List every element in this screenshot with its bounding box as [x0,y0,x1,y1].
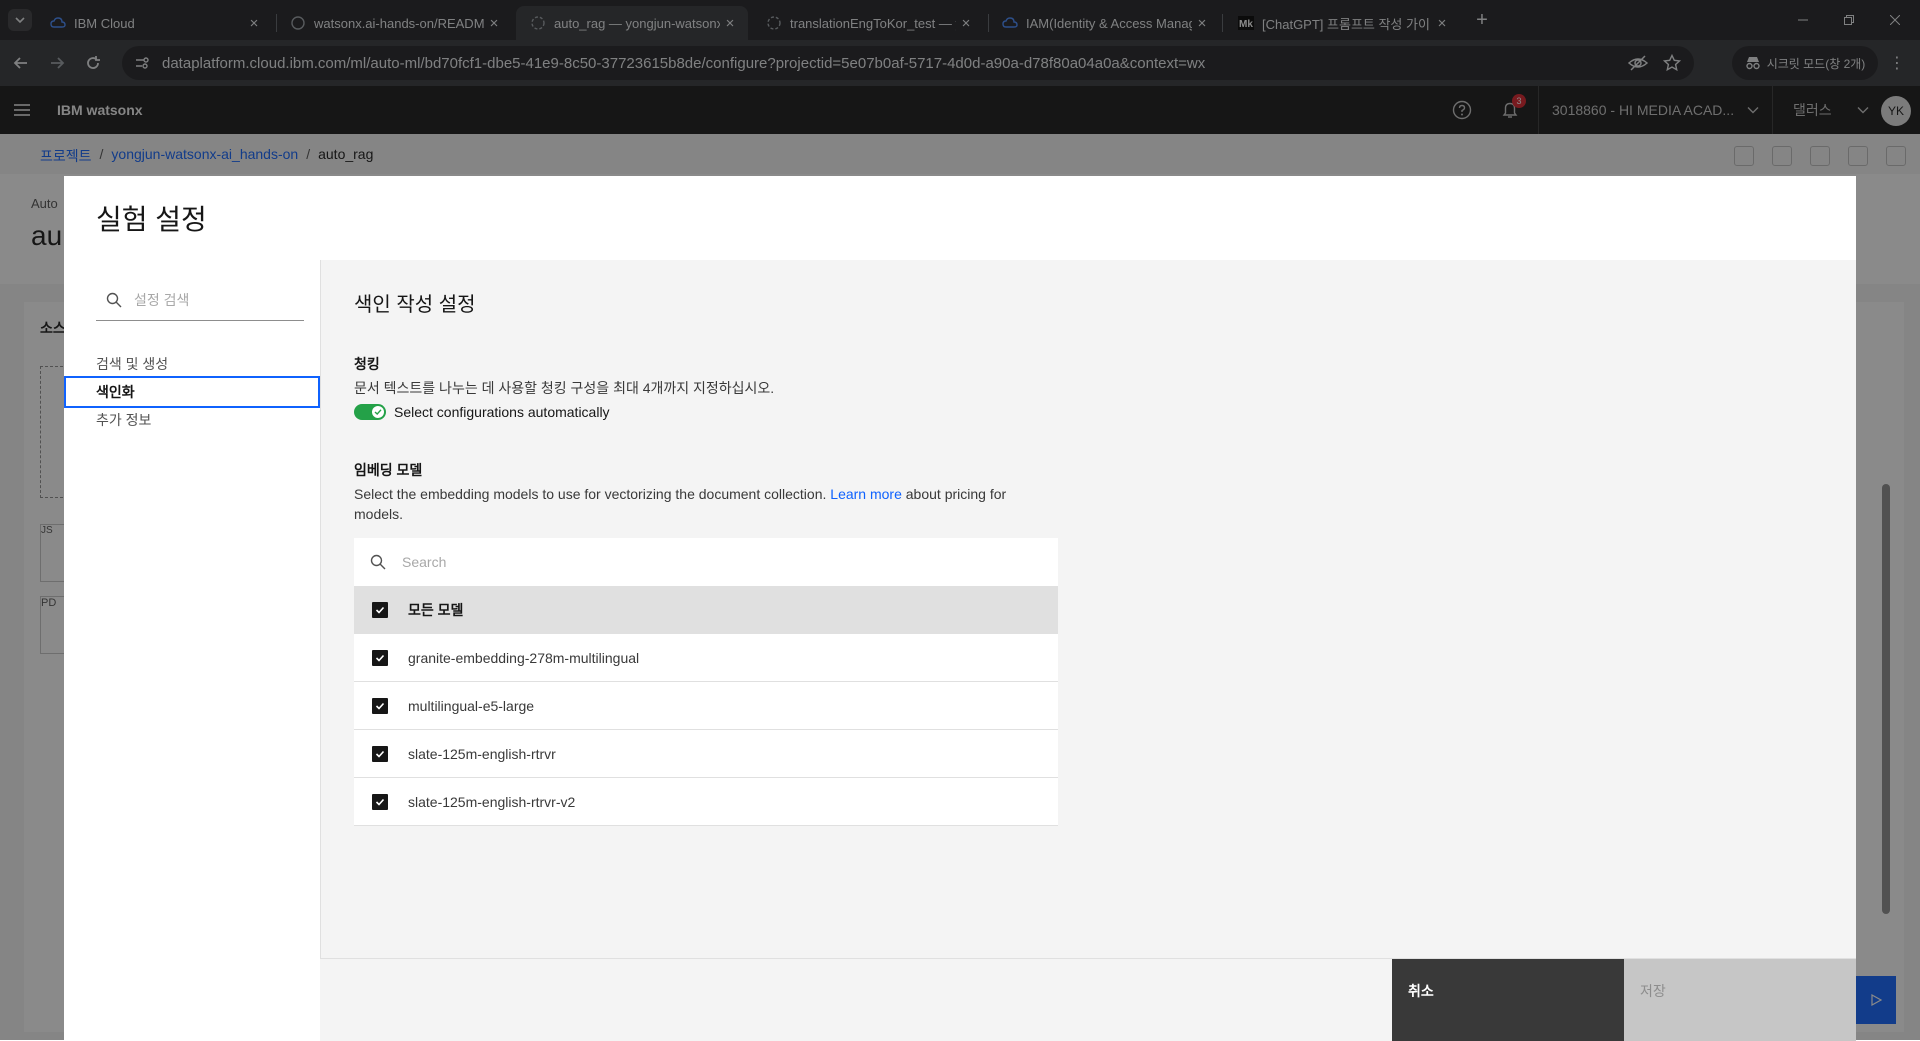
embedding-heading: 임베딩 모델 [354,462,423,478]
modal-footer: 취소 저장 [320,958,1856,1041]
modal-header: 실험 설정 [64,176,1856,260]
sidebar-item-label: 추가 정보 [96,412,152,428]
all-models-label: 모든 모델 [408,602,464,618]
toggle-track[interactable] [354,404,386,420]
check-icon [375,606,385,614]
modal-title: 실험 설정 [96,204,207,235]
embedding-description-text: Select the embedding models to use for v… [354,486,831,502]
learn-more-link[interactable]: Learn more [830,486,902,502]
search-icon [106,292,122,308]
settings-sidebar: 설정 검색 검색 및 생성 색인화 추가 정보 [64,260,321,1040]
check-icon [375,702,385,710]
table-row: slate-125m-english-rtrvr-v2 [354,778,1058,826]
sidebar-item-label: 검색 및 생성 [96,356,169,372]
cancel-button[interactable]: 취소 [1392,959,1624,1041]
auto-config-toggle[interactable]: Select configurations automatically [354,404,610,420]
search-icon [370,554,386,570]
row-checkbox[interactable] [372,745,388,762]
model-search-input[interactable]: Search [354,538,1058,587]
select-all-checkbox[interactable] [372,602,388,618]
section-title: 색인 작성 설정 [354,294,476,316]
search-placeholder: Search [402,554,447,570]
row-checkbox[interactable] [372,697,388,714]
row-checkbox[interactable] [372,793,388,810]
table-row: slate-125m-english-rtrvr [354,730,1058,778]
table-row: multilingual-e5-large [354,682,1058,730]
embedding-description: Select the embedding models to use for v… [354,484,1054,524]
check-icon [375,654,385,662]
settings-search-input[interactable]: 설정 검색 [96,280,304,321]
toggle-label: Select configurations automatically [394,404,610,420]
toggle-knob [372,406,384,418]
search-placeholder: 설정 검색 [134,292,190,308]
model-name: granite-embedding-278m-multilingual [408,649,640,666]
experiment-settings-modal: 실험 설정 설정 검색 검색 및 생성 색인화 추가 정보 색인 작성 설정 청… [64,176,1856,1041]
table-header-row: 모든 모델 [354,586,1058,634]
sidebar-item-additional-info[interactable]: 추가 정보 [64,404,320,436]
sidebar-item-label: 색인화 [96,384,135,400]
check-icon [374,409,382,415]
chunking-description: 문서 텍스트를 나누는 데 사용할 청킹 구성을 최대 4개까지 지정하십시오. [354,380,775,396]
row-checkbox[interactable] [372,649,388,666]
model-name: slate-125m-english-rtrvr [408,745,556,762]
model-name: slate-125m-english-rtrvr-v2 [408,793,576,810]
model-name: multilingual-e5-large [408,697,535,714]
chunking-heading: 청킹 [354,356,380,372]
check-icon [375,798,385,806]
table-row: granite-embedding-278m-multilingual [354,634,1058,682]
save-button[interactable]: 저장 [1624,959,1856,1041]
check-icon [375,750,385,758]
